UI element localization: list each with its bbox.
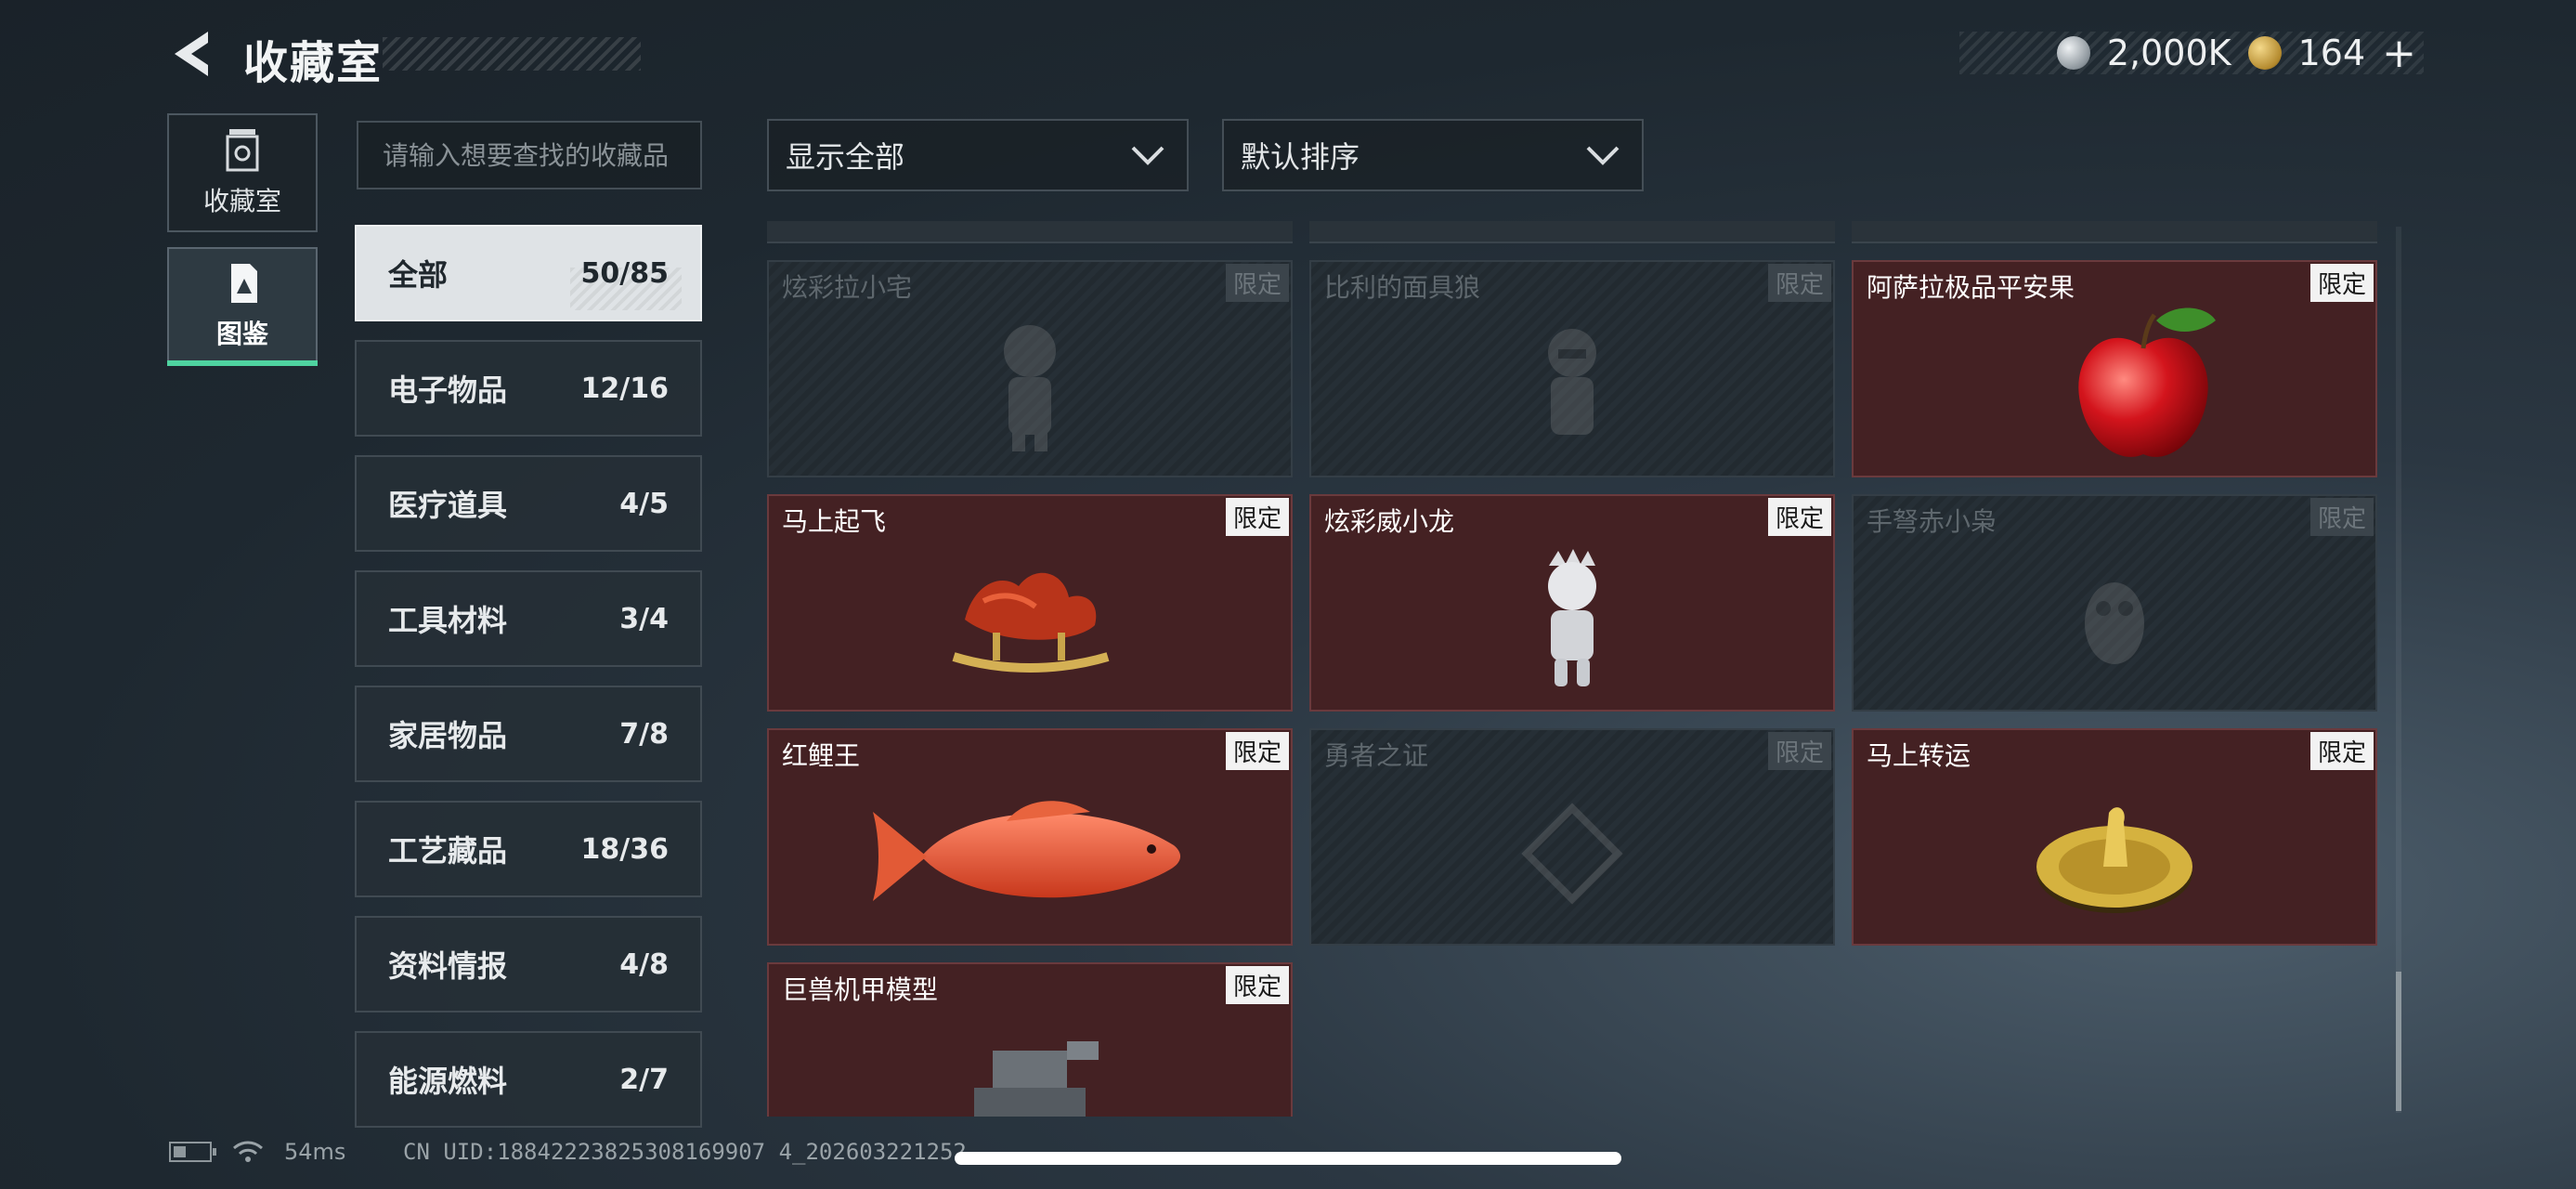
category-crafts[interactable]: 工艺藏品 18/36: [355, 801, 702, 897]
item-name: 巨兽机甲模型: [782, 974, 939, 1005]
item-card[interactable]: 巨兽机甲模型 限定: [767, 962, 1293, 1117]
category-label: 电子物品: [388, 372, 508, 408]
partial-card-top: [1309, 221, 1835, 243]
title-decoration: [383, 37, 641, 71]
item-name: 红鲤王: [782, 740, 861, 771]
category-count: 2/7: [619, 1063, 669, 1096]
category-count: 4/8: [619, 947, 669, 981]
item-card[interactable]: 马上转运 限定: [1852, 728, 2377, 946]
collection-grid: 炫彩拉小宅 限定 比利的面具狼 限定 阿萨拉极品平安果 限定 马上起飞 限定 炫…: [767, 221, 2383, 1117]
partial-card-top: [1852, 221, 2377, 243]
item-card[interactable]: 马上起飞 限定: [767, 494, 1293, 712]
category-count: 3/4: [619, 602, 669, 635]
apple-icon: [2078, 307, 2216, 458]
item-card[interactable]: 比利的面具狼 限定: [1309, 260, 1835, 477]
battery-level: [174, 1146, 186, 1157]
display-filter-value: 显示全部: [786, 139, 905, 175]
search-input[interactable]: [357, 121, 702, 189]
item-name: 阿萨拉极品平安果: [1867, 272, 2075, 303]
item-name: 炫彩威小龙: [1324, 506, 1455, 537]
uid-text: CN UID:18842223825308169907 4_2026032212…: [403, 1139, 967, 1165]
limited-badge: 限定: [1225, 264, 1289, 302]
limited-badge: 限定: [1767, 732, 1831, 770]
sort-value: 默认排序: [1241, 139, 1360, 175]
item-card[interactable]: 勇者之证 限定: [1309, 728, 1835, 946]
page-title: 收藏室: [243, 37, 384, 89]
category-count: 18/36: [580, 832, 669, 866]
item-card[interactable]: 红鲤王 限定: [767, 728, 1293, 946]
rocking-horse-icon: [952, 573, 1110, 673]
category-medical[interactable]: 医疗道具 4/5: [355, 455, 702, 552]
add-currency-button[interactable]: +: [2382, 30, 2416, 77]
limited-badge: 限定: [1767, 498, 1831, 536]
item-card[interactable]: 炫彩拉小宅 限定: [767, 260, 1293, 477]
nav-label-codex: 图鉴: [215, 319, 268, 349]
category-label: 全部: [388, 257, 449, 293]
wifi-icon: [233, 1141, 263, 1162]
grid-scrollbar-thumb[interactable]: [2396, 972, 2401, 1111]
item-name: 马上转运: [1867, 740, 1971, 771]
category-label: 工艺藏品: [388, 833, 508, 869]
item-card[interactable]: 阿萨拉极品平安果 限定: [1852, 260, 2377, 477]
limited-badge: 限定: [1225, 498, 1289, 536]
item-name: 炫彩拉小宅: [782, 272, 913, 303]
category-intel[interactable]: 资料情报 4/8: [355, 916, 702, 1013]
category-label: 医疗道具: [388, 488, 508, 523]
back-arrow-icon[interactable]: [167, 28, 215, 80]
gold-currency-value: 164: [2297, 33, 2366, 73]
ping-value: 54ms: [284, 1139, 346, 1165]
category-fuel[interactable]: 能源燃料 2/7: [355, 1031, 702, 1128]
gold-coin-icon: [2247, 36, 2282, 70]
category-label: 家居物品: [388, 718, 508, 753]
limited-badge: 限定: [2309, 732, 2374, 770]
item-card[interactable]: 手弩赤小枭 限定: [1852, 494, 2377, 712]
carp-icon: [873, 801, 1181, 902]
mech-model-icon: [974, 1040, 1099, 1117]
fortune-wheel-icon: [2036, 807, 2192, 914]
limited-badge: 限定: [1225, 966, 1289, 1004]
display-filter-dropdown[interactable]: 显示全部: [767, 119, 1189, 191]
category-label: 能源燃料: [388, 1064, 508, 1099]
status-footer: 54ms: [169, 1139, 345, 1165]
item-name: 手弩赤小枭: [1867, 506, 1997, 537]
battery-icon: [169, 1142, 216, 1162]
category-label: 工具材料: [388, 603, 508, 638]
category-household[interactable]: 家居物品 7/8: [355, 686, 702, 782]
figure-icon: [1004, 325, 1056, 452]
category-count: 12/16: [580, 372, 669, 405]
silver-currency-value: 2,000K: [2106, 33, 2231, 73]
category-electronics[interactable]: 电子物品 12/16: [355, 340, 702, 437]
category-count: 7/8: [619, 717, 669, 751]
codex-icon: [231, 264, 257, 303]
item-card[interactable]: 炫彩威小龙 限定: [1309, 494, 1835, 712]
item-name: 马上起飞: [782, 506, 887, 537]
limited-badge: 限定: [2309, 264, 2374, 302]
owl-figure-icon: [2085, 582, 2144, 665]
limited-badge: 限定: [2309, 498, 2374, 536]
home-indicator[interactable]: [955, 1152, 1621, 1165]
category-tools[interactable]: 工具材料 3/4: [355, 570, 702, 667]
active-tab-indicator: [167, 360, 318, 366]
category-all[interactable]: 全部 50/85: [355, 225, 702, 321]
badge-icon: [1521, 803, 1623, 906]
item-name: 比利的面具狼: [1324, 272, 1481, 303]
currency-bar: 2,000K 164 +: [1959, 30, 2424, 77]
nav-collection-room[interactable]: 收藏室: [167, 113, 318, 232]
category-count: 4/5: [619, 487, 669, 520]
item-name: 勇者之证: [1324, 740, 1429, 771]
dragon-figure-icon: [1548, 549, 1596, 687]
category-label: 资料情报: [388, 948, 508, 984]
sort-dropdown[interactable]: 默认排序: [1222, 119, 1644, 191]
chevron-down-icon: [1131, 146, 1164, 165]
nav-codex[interactable]: 图鉴: [167, 247, 318, 366]
nav-label-collection-room: 收藏室: [202, 186, 281, 216]
silver-coin-icon: [2056, 36, 2090, 70]
partial-card-top: [767, 221, 1293, 243]
limited-badge: 限定: [1767, 264, 1831, 302]
chevron-down-icon: [1586, 146, 1620, 165]
limited-badge: 限定: [1225, 732, 1289, 770]
category-watermark: [570, 268, 682, 310]
masked-figure-icon: [1548, 329, 1596, 436]
collection-room-icon: [226, 129, 259, 172]
